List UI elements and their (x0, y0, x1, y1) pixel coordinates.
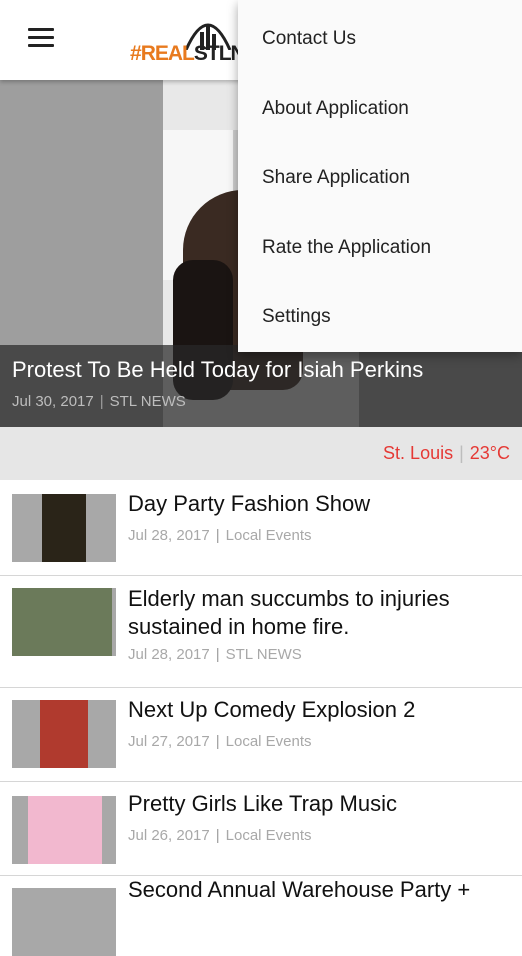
menu-icon[interactable] (28, 28, 54, 48)
article-meta: Jul 28, 2017 | STL NEWS (128, 646, 302, 663)
menu-item-contact-us[interactable]: Contact Us (262, 28, 356, 50)
article-title: Pretty Girls Like Trap Music (128, 791, 397, 816)
list-item[interactable]: Second Annual Warehouse Party + (0, 876, 522, 956)
featured-article-category: STL NEWS (109, 393, 186, 410)
article-thumbnail (12, 888, 116, 956)
article-meta: Jul 27, 2017 | Local Events (128, 733, 312, 750)
list-item[interactable]: Next Up Comedy Explosion 2 Jul 27, 2017 |… (0, 688, 522, 782)
list-item[interactable]: Pretty Girls Like Trap Music Jul 26, 201… (0, 782, 522, 876)
article-meta: Jul 28, 2017 | Local Events (128, 527, 312, 544)
weather-city: St. Louis (383, 443, 454, 463)
article-title: Day Party Fashion Show (128, 491, 371, 516)
featured-article-caption: Protest To Be Held Today for Isiah Perki… (0, 345, 522, 427)
featured-article-meta: Jul 30, 2017 | STL NEWS (12, 393, 186, 410)
article-thumbnail (12, 796, 116, 864)
weather-temp: 23°C (469, 443, 510, 463)
article-title: Next Up Comedy Explosion 2 (128, 697, 416, 722)
menu-item-settings[interactable]: Settings (262, 306, 331, 328)
overflow-menu: Contact Us About Application Share Appli… (238, 0, 522, 352)
article-thumbnail (12, 588, 116, 656)
article-thumbnail (12, 700, 116, 768)
list-item[interactable]: Elderly man succumbs to injuries sustain… (0, 576, 522, 688)
weather-bar: St. Louis | 23°C (0, 427, 522, 480)
article-list: Day Party Fashion Show Jul 28, 2017 | Loca… (0, 480, 522, 956)
featured-article-date: Jul 30, 2017 (12, 393, 94, 410)
featured-article-title: Protest To Be Held Today for Isiah Perki… (12, 357, 424, 382)
article-title: Elderly man succumbs to injuries sustain… (128, 586, 450, 639)
article-thumbnail (12, 494, 116, 562)
article-meta: Jul 26, 2017 | Local Events (128, 827, 312, 844)
list-item[interactable]: Day Party Fashion Show Jul 28, 2017 | Loca… (0, 480, 522, 576)
menu-item-rate-application[interactable]: Rate the Application (262, 237, 431, 259)
menu-item-about-application[interactable]: About Application (262, 98, 409, 120)
menu-item-share-application[interactable]: Share Application (262, 167, 410, 189)
